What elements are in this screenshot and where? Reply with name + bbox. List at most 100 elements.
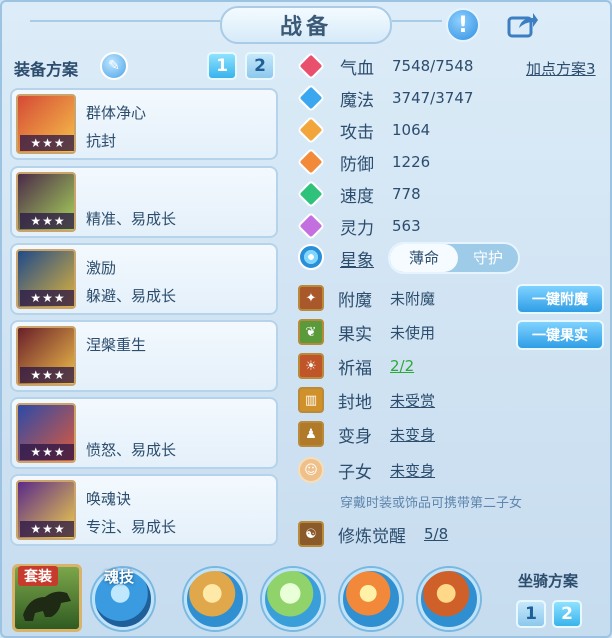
share-button[interactable] bbox=[506, 8, 540, 42]
skill-slot-1[interactable] bbox=[184, 568, 246, 630]
equip-card-1[interactable]: ★★★ 群体净心 抗封 bbox=[10, 88, 278, 160]
feature-blessing[interactable]: ☀ 祈福 2/2 bbox=[298, 352, 414, 380]
stat-name: 魔法 bbox=[340, 90, 374, 111]
equip-icon-4: ★★★ bbox=[16, 326, 76, 386]
blessing-icon: ☀ bbox=[298, 353, 324, 379]
equip-plan-1-button[interactable]: 1 bbox=[207, 52, 237, 80]
shield-icon bbox=[296, 147, 326, 177]
stat-name: 灵力 bbox=[340, 218, 374, 239]
stat-value: 7548/7548 bbox=[392, 57, 474, 75]
toggle-option-guard[interactable]: 守护 bbox=[458, 244, 518, 272]
feature-name: 附魔 bbox=[338, 290, 372, 311]
heart-icon bbox=[296, 51, 326, 81]
share-icon bbox=[507, 13, 538, 38]
stat-value: 1226 bbox=[392, 153, 431, 171]
edit-plan-button[interactable]: ✎ bbox=[100, 52, 128, 80]
equip-card-4[interactable]: ★★★ 涅槃重生 bbox=[10, 320, 278, 392]
feature-value: 未使用 bbox=[390, 323, 436, 342]
enchant-icon: ✦ bbox=[298, 285, 324, 311]
equip-card-5[interactable]: ★★★ 愤怒、易成长 bbox=[10, 397, 278, 469]
feature-name: 变身 bbox=[338, 426, 372, 447]
skill-slot-4[interactable] bbox=[418, 568, 480, 630]
feature-transform[interactable]: ♟ 变身 未变身 bbox=[298, 420, 435, 448]
alloc-plan-link[interactable]: 加点方案3 bbox=[526, 58, 596, 79]
stat-attack: 攻击 1064 bbox=[296, 115, 430, 145]
stat-name: 攻击 bbox=[340, 122, 374, 143]
feature-cultivation[interactable]: ☯ 修炼觉醒 5/8 bbox=[298, 520, 448, 548]
star-rating: ★★★ bbox=[20, 367, 74, 383]
feature-name: 子女 bbox=[338, 462, 372, 483]
stat-name: 气血 bbox=[340, 58, 374, 79]
mount-plan-label: 坐骑方案 bbox=[518, 572, 579, 590]
stat-mp: 魔法 3747/3747 bbox=[296, 83, 474, 113]
feature-value: 未变身 bbox=[390, 425, 436, 444]
speed-icon bbox=[296, 179, 326, 209]
feature-value: 未变身 bbox=[390, 461, 436, 480]
stat-spirit: 灵力 563 bbox=[296, 211, 421, 241]
fruit-icon: ❦ bbox=[298, 319, 324, 345]
equip-card-2[interactable]: ★★★ 精准、易成长 bbox=[10, 166, 278, 238]
equip-icon-6: ★★★ bbox=[16, 480, 76, 540]
feature-value: 2/2 bbox=[390, 357, 415, 375]
stat-value: 3747/3747 bbox=[392, 89, 474, 107]
feature-name: 果实 bbox=[338, 324, 372, 345]
equip-attr: 专注、易成长 bbox=[86, 518, 177, 536]
star-rating: ★★★ bbox=[20, 135, 74, 151]
equip-icon-3: ★★★ bbox=[16, 249, 76, 309]
star-rating: ★★★ bbox=[20, 290, 74, 306]
soul-skill-label: 魂技 bbox=[104, 568, 135, 586]
feature-name: 祈福 bbox=[338, 358, 372, 379]
equip-attr: 躲避、易成长 bbox=[86, 287, 177, 305]
feature-fruit: ❦ 果实 未使用 bbox=[298, 318, 435, 346]
feature-name: 修炼觉醒 bbox=[338, 526, 406, 547]
stat-defense: 防御 1226 bbox=[296, 147, 431, 177]
stat-speed: 速度 778 bbox=[296, 179, 421, 209]
feature-enchant: ✦ 附魔 未附魔 bbox=[298, 284, 435, 312]
page-title: 战备 bbox=[279, 15, 332, 40]
stat-name: 速度 bbox=[340, 186, 374, 207]
equip-card-6[interactable]: ★★★ 唤魂诀 专注、易成长 bbox=[10, 474, 278, 546]
suit-label: 套装 bbox=[18, 566, 58, 586]
star-rating: ★★★ bbox=[20, 213, 74, 229]
mount-plan-1-button[interactable]: 1 bbox=[516, 600, 546, 628]
star-rating: ★★★ bbox=[20, 521, 74, 537]
child-icon: ☺ bbox=[298, 457, 324, 483]
equip-plan-label: 装备方案 bbox=[14, 60, 79, 79]
exclamation-icon: ! bbox=[457, 12, 469, 38]
star-sign-label[interactable]: 星象 bbox=[340, 246, 374, 271]
star-sign-icon bbox=[298, 244, 324, 270]
feature-child[interactable]: ☺ 子女 未变身 bbox=[298, 456, 435, 484]
equip-name: 激励 bbox=[86, 259, 117, 277]
equip-icon-1: ★★★ bbox=[16, 94, 76, 154]
feature-value: 未附魔 bbox=[390, 289, 436, 308]
equip-icon-5: ★★★ bbox=[16, 403, 76, 463]
one-click-fruit-button[interactable]: 一键果实 bbox=[516, 320, 604, 350]
child-hint-text: 穿戴时装或饰品可携带第二子女 bbox=[340, 496, 523, 511]
help-button[interactable]: ! bbox=[446, 8, 480, 42]
cultivation-icon: ☯ bbox=[298, 521, 324, 547]
equip-attr: 愤怒、易成长 bbox=[86, 441, 177, 459]
transform-icon: ♟ bbox=[298, 421, 324, 447]
feature-fief[interactable]: ▥ 封地 未受赏 bbox=[298, 386, 435, 414]
title-ornament-left bbox=[30, 20, 220, 22]
equip-plan-2-button[interactable]: 2 bbox=[245, 52, 275, 80]
spirit-icon bbox=[296, 211, 326, 241]
mount-plan-2-button[interactable]: 2 bbox=[552, 600, 582, 628]
mana-icon bbox=[296, 83, 326, 113]
feature-value: 未受赏 bbox=[390, 391, 436, 410]
title-ornament-right bbox=[392, 20, 442, 22]
equip-icon-2: ★★★ bbox=[16, 172, 76, 232]
skill-slot-3[interactable] bbox=[340, 568, 402, 630]
equip-name: 群体净心 bbox=[86, 104, 147, 122]
one-click-enchant-button[interactable]: 一键附魔 bbox=[516, 284, 604, 314]
equip-attr: 抗封 bbox=[86, 132, 117, 150]
equip-card-3[interactable]: ★★★ 激励 躲避、易成长 bbox=[10, 243, 278, 315]
toggle-option-fate[interactable]: 薄命 bbox=[390, 244, 458, 272]
equip-name: 唤魂诀 bbox=[86, 490, 132, 508]
feature-value: 5/8 bbox=[424, 525, 449, 543]
sword-icon bbox=[296, 115, 326, 145]
equip-attr: 精准、易成长 bbox=[86, 210, 177, 228]
stat-hp: 气血 7548/7548 bbox=[296, 51, 474, 81]
star-sign-toggle[interactable]: 薄命 守护 bbox=[388, 242, 520, 274]
skill-slot-2[interactable] bbox=[262, 568, 324, 630]
